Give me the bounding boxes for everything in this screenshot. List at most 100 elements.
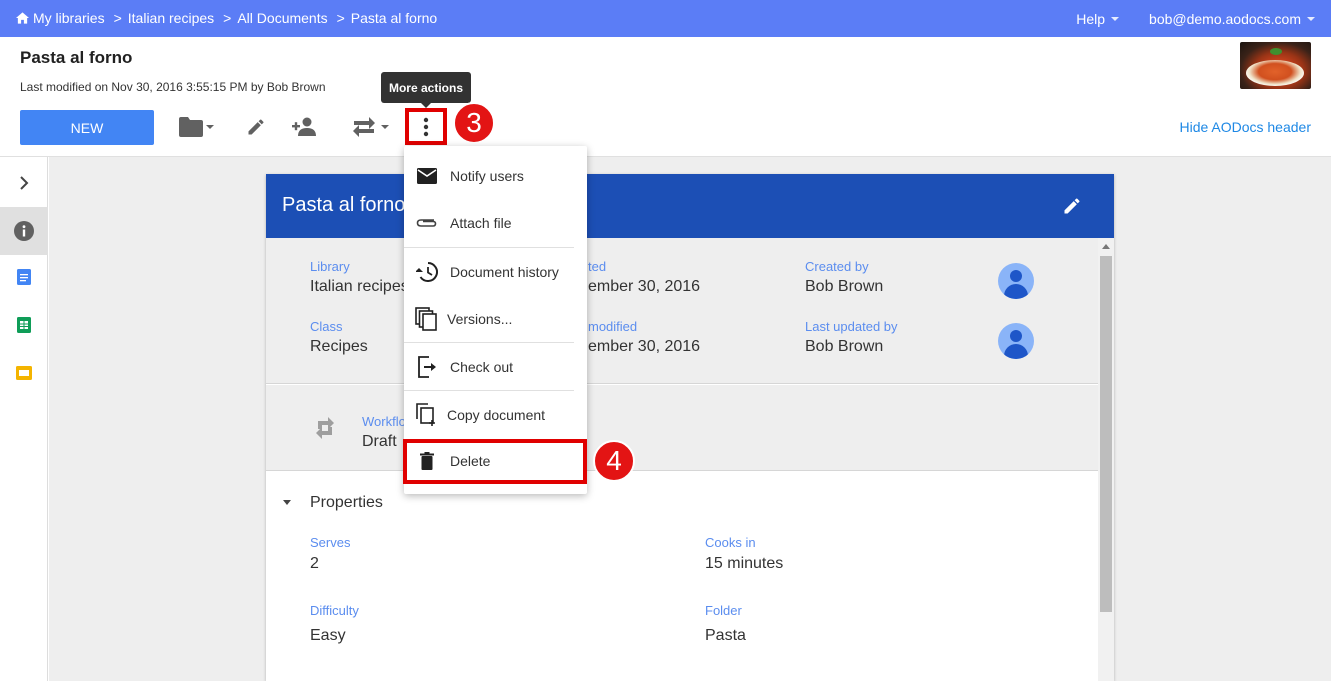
document-thumbnail	[1240, 42, 1311, 89]
cooks-in-value: 15 minutes	[705, 555, 784, 572]
avatar	[998, 263, 1034, 299]
folder-icon	[178, 117, 203, 137]
menu-item-label: Check out	[450, 359, 514, 375]
modified-label: modified	[588, 319, 638, 334]
menu-item-document-history[interactable]: Document history	[404, 249, 587, 295]
help-menu[interactable]: Help	[1076, 11, 1120, 27]
workflow-icon	[353, 117, 375, 137]
mail-icon	[404, 168, 450, 184]
card-header: Pasta al forno	[266, 174, 1114, 238]
add-person-icon	[292, 117, 316, 136]
top-bar: My libraries > Italian recipes > All Doc…	[0, 0, 1331, 37]
step-4-marker: 4	[593, 440, 635, 482]
left-rail	[0, 157, 48, 681]
created-by-label: Created by	[805, 259, 869, 274]
chevron-down-icon	[381, 125, 389, 129]
menu-item-check-out[interactable]: Check out	[404, 344, 587, 390]
docs-icon	[17, 269, 31, 285]
created-label: ted	[588, 259, 607, 274]
slides-tab[interactable]	[0, 349, 48, 397]
edit-document-button[interactable]	[1062, 196, 1082, 221]
breadcrumb: My libraries > Italian recipes > All Doc…	[16, 10, 437, 26]
breadcrumb-separator: >	[113, 10, 122, 26]
breadcrumb-current-document: Pasta al forno	[350, 10, 438, 26]
difficulty-label: Difficulty	[310, 603, 359, 618]
avatar	[998, 323, 1034, 359]
menu-item-label: Notify users	[450, 168, 524, 184]
sheets-tab[interactable]	[0, 301, 48, 349]
modified-value: ember 30, 2016	[588, 338, 701, 355]
collapse-properties-icon[interactable]	[283, 500, 291, 505]
class-label: Class	[310, 319, 343, 334]
breadcrumb-italian-recipes[interactable]: Italian recipes	[128, 10, 214, 26]
menu-divider	[404, 247, 574, 248]
difficulty-value: Easy	[310, 627, 346, 644]
expand-panel-button[interactable]	[0, 159, 48, 207]
workflow-icon	[316, 417, 334, 439]
card-title: Pasta al forno	[282, 194, 406, 216]
folder-value: Pasta	[705, 627, 746, 644]
workflow-state: Draft	[362, 433, 397, 450]
breadcrumb-separator: >	[223, 10, 232, 26]
checkout-icon	[404, 356, 450, 378]
hide-header-link[interactable]: Hide AODocs header	[1179, 119, 1311, 135]
info-icon	[14, 221, 34, 241]
more-vert-icon	[423, 117, 429, 136]
chevron-down-icon	[205, 125, 214, 129]
created-by-value: Bob Brown	[805, 278, 884, 295]
pencil-icon	[248, 119, 264, 135]
docs-tab[interactable]	[0, 253, 48, 301]
class-value: Recipes	[310, 338, 368, 355]
history-icon	[404, 262, 450, 282]
workflow-label: Workflo	[362, 414, 406, 429]
more-actions-button[interactable]	[405, 108, 447, 145]
scrollbar-thumb[interactable]	[1100, 256, 1112, 612]
library-label: Library	[310, 259, 350, 274]
home-icon	[16, 12, 29, 24]
menu-item-label: Attach file	[450, 215, 512, 231]
menu-item-copy-document[interactable]: Copy document	[404, 392, 587, 438]
paperclip-icon	[404, 217, 450, 229]
user-email: bob@demo.aodocs.com	[1149, 11, 1301, 27]
move-folder-button[interactable]	[178, 112, 214, 142]
workflow-button[interactable]	[350, 112, 390, 142]
menu-item-versions[interactable]: Versions...	[404, 296, 587, 342]
info-tab[interactable]	[0, 207, 48, 255]
more-actions-tooltip: More actions	[381, 72, 471, 108]
last-updated-by-label: Last updated by	[805, 319, 898, 334]
delete-highlight	[403, 439, 587, 484]
slides-icon	[16, 366, 32, 380]
document-card: Pasta al forno Library Italian recipes t…	[266, 174, 1114, 681]
help-label: Help	[1076, 11, 1106, 27]
system-properties-section: Library Italian recipes ted ember 30, 20…	[266, 238, 1098, 384]
share-button[interactable]	[292, 112, 318, 142]
versions-icon	[404, 307, 447, 331]
last-updated-by-value: Bob Brown	[805, 338, 884, 355]
breadcrumb-my-libraries[interactable]: My libraries	[33, 10, 105, 26]
copy-icon	[404, 403, 447, 427]
menu-item-label: Copy document	[447, 407, 546, 423]
user-menu[interactable]: bob@demo.aodocs.com	[1149, 11, 1315, 27]
library-value: Italian recipes	[310, 278, 409, 295]
serves-label: Serves	[310, 535, 351, 550]
chevron-down-icon	[1307, 17, 1315, 21]
created-value: ember 30, 2016	[588, 278, 701, 295]
menu-divider	[404, 390, 574, 391]
scroll-up-icon[interactable]	[1102, 244, 1110, 249]
properties-heading[interactable]: Properties	[310, 494, 383, 512]
pencil-icon	[1064, 198, 1080, 214]
edit-button[interactable]	[244, 112, 268, 142]
menu-item-notify-users[interactable]: Notify users	[404, 153, 587, 199]
chevron-right-icon	[20, 176, 29, 190]
breadcrumb-all-documents[interactable]: All Documents	[237, 10, 327, 26]
folder-label: Folder	[705, 603, 742, 618]
sheets-icon	[17, 317, 31, 333]
menu-item-label: Versions...	[447, 311, 513, 327]
workflow-section: Workflo Draft	[266, 385, 1098, 471]
new-button[interactable]: NEW	[20, 110, 154, 145]
step-3-marker: 3	[453, 102, 495, 144]
cooks-in-label: Cooks in	[705, 535, 756, 550]
menu-item-attach-file[interactable]: Attach file	[404, 200, 587, 246]
card-scrollbar[interactable]	[1098, 238, 1114, 681]
serves-value: 2	[310, 555, 319, 572]
